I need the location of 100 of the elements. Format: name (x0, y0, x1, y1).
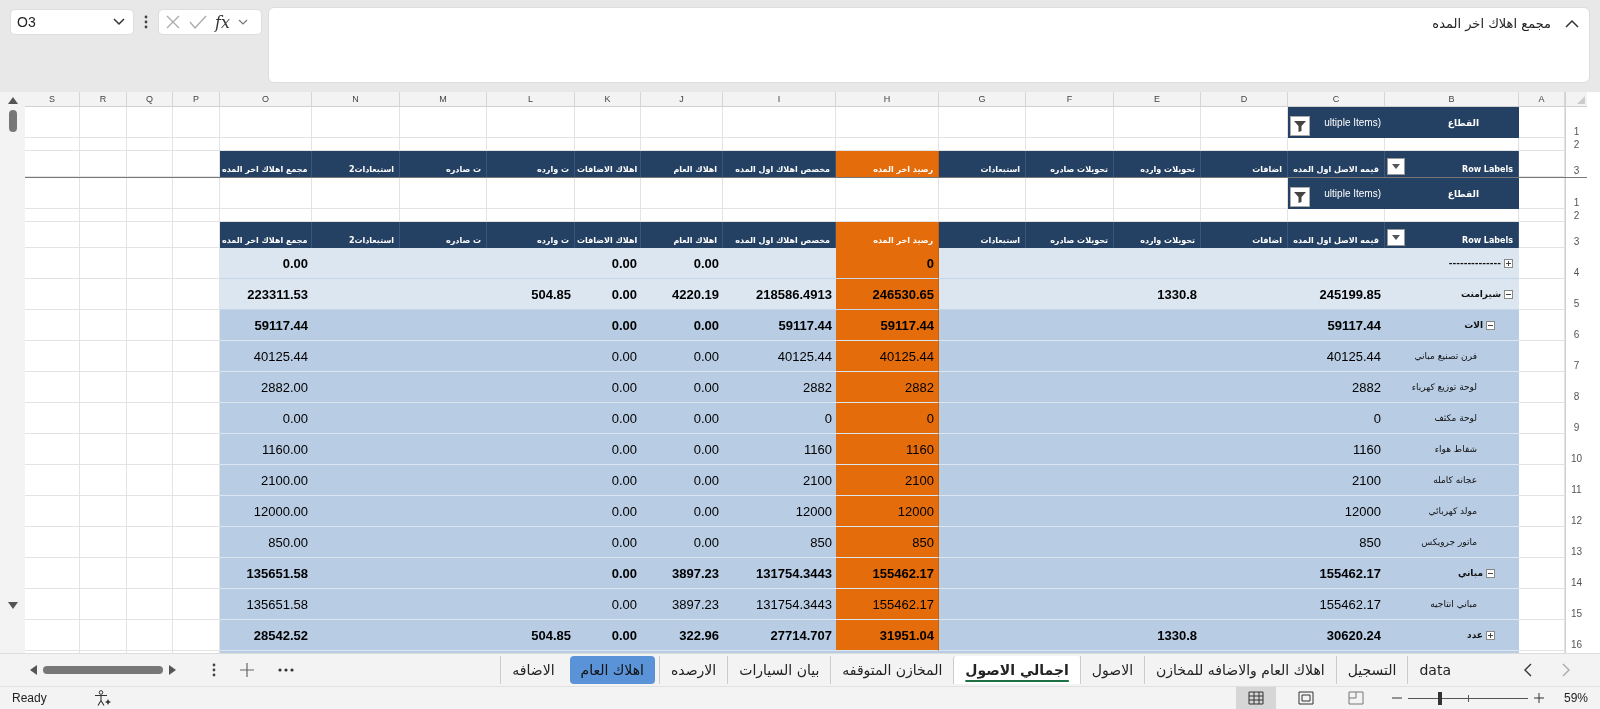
more-icon[interactable] (212, 663, 216, 677)
column-header[interactable]: P (173, 92, 220, 106)
row-number[interactable]: 10 (1565, 434, 1587, 465)
table-cell (127, 222, 173, 248)
table-cell: 0.00 (641, 372, 723, 403)
name-box[interactable]: O3 (10, 9, 134, 35)
expand-icon[interactable] (1504, 258, 1513, 268)
sheet-tab[interactable]: اجمالي الاصول (953, 656, 1080, 684)
field-label: ت صادره (446, 236, 481, 245)
column-header[interactable]: R (80, 92, 127, 106)
table-cell (127, 138, 173, 151)
table-cell (1519, 107, 1565, 138)
row-number[interactable]: 14 (1565, 558, 1587, 589)
column-header[interactable]: H (836, 92, 939, 106)
column-header[interactable]: M (400, 92, 487, 106)
more-icon[interactable] (144, 15, 148, 29)
sheet-tab[interactable]: الارصده (659, 656, 728, 684)
filter-button[interactable] (1290, 116, 1310, 136)
zoom-in-icon[interactable] (1533, 693, 1544, 703)
row-number[interactable]: 12 (1565, 496, 1587, 527)
expand-icon[interactable] (1486, 630, 1495, 640)
column-header[interactable]: E (1114, 92, 1201, 106)
row-number[interactable]: 11 (1565, 465, 1587, 496)
scroll-thumb[interactable] (8, 110, 17, 132)
sheet-tab[interactable]: الاضافه (500, 656, 566, 684)
zoom-slider[interactable] (1407, 691, 1528, 705)
table-cell: 12000 (836, 496, 939, 527)
scroll-right-icon[interactable] (169, 665, 176, 675)
chevron-down-icon[interactable] (237, 18, 248, 26)
accessibility-icon[interactable] (92, 690, 111, 706)
table-cell (127, 372, 173, 403)
column-header[interactable]: F (1026, 92, 1114, 106)
row-label: لوحة مكثف (1434, 413, 1477, 423)
dropdown-button[interactable] (1387, 158, 1405, 175)
column-header[interactable]: A (1519, 92, 1565, 106)
row-number[interactable]: 1 (1565, 178, 1587, 209)
column-header[interactable]: C (1288, 92, 1385, 106)
collapse-icon[interactable] (1486, 568, 1495, 578)
table-cell (1519, 248, 1565, 279)
column-header[interactable]: I (723, 92, 836, 106)
row-number[interactable]: 7 (1565, 341, 1587, 372)
formula-field[interactable]: مجمع اهلاك اخر المده (268, 7, 1590, 83)
check-icon[interactable] (189, 15, 207, 29)
column-header[interactable]: N (312, 92, 400, 106)
dropdown-button[interactable] (1387, 229, 1405, 246)
column-header[interactable]: Q (127, 92, 173, 106)
sheet-tab[interactable]: data (1407, 656, 1462, 684)
insert-function-button[interactable]: fx (215, 12, 230, 32)
table-cell: 223311.53 (220, 279, 312, 310)
column-header[interactable]: B (1385, 92, 1519, 106)
sheet-tab[interactable]: اهلاك العام والاضافه للمخازن (1144, 656, 1336, 684)
table-cell (25, 310, 80, 341)
column-header[interactable]: O (220, 92, 312, 106)
row-number[interactable]: 15 (1565, 589, 1587, 620)
table-cell: 2882 (723, 372, 836, 403)
table-cell: 31951.04 (836, 620, 939, 651)
row-number[interactable]: 3 (1565, 151, 1587, 177)
sheet-tab[interactable]: بيان السيارات (727, 656, 831, 684)
collapse-icon[interactable] (1504, 289, 1513, 299)
table-cell (1519, 138, 1565, 151)
row-number[interactable]: 2 (1565, 138, 1587, 151)
chevron-up-icon[interactable] (1565, 19, 1579, 28)
table-cell: 0.00 (641, 248, 723, 279)
table-cell (25, 248, 80, 279)
row-number[interactable]: 9 (1565, 403, 1587, 434)
collapse-icon[interactable] (1486, 320, 1495, 330)
row-number[interactable]: 8 (1565, 372, 1587, 403)
scroll-thumb[interactable] (43, 666, 163, 674)
column-header[interactable]: D (1201, 92, 1288, 106)
row-number[interactable]: 16 (1565, 620, 1587, 651)
field-label: قيمه الاصل اول المده (1293, 165, 1379, 174)
table-cell (127, 620, 173, 651)
scroll-up-icon[interactable] (7, 97, 18, 104)
row-number[interactable]: 1 (1565, 107, 1587, 138)
row-number[interactable]: 6 (1565, 310, 1587, 341)
row-number[interactable]: 4 (1565, 248, 1587, 279)
row-number[interactable]: 5 (1565, 279, 1587, 310)
row-number[interactable]: 3 (1565, 222, 1587, 248)
caret-icon (1392, 235, 1400, 240)
row-number[interactable]: 2 (1565, 209, 1587, 222)
table-cell: 0.00 (575, 465, 641, 496)
scroll-left-icon[interactable] (30, 665, 37, 675)
column-header[interactable]: L (487, 92, 575, 106)
column-header[interactable]: J (641, 92, 723, 106)
field-label: تحويلات صادره (1050, 165, 1108, 174)
table-cell (25, 279, 80, 310)
sheet-tab[interactable]: التسجيل (1335, 656, 1408, 684)
scroll-down-icon[interactable] (7, 602, 18, 609)
column-header[interactable]: K (575, 92, 641, 106)
filter-button[interactable] (1290, 187, 1310, 207)
column-header[interactable]: S (25, 92, 80, 106)
chevron-left-icon[interactable] (1524, 663, 1532, 677)
sheet-tab[interactable]: المخازن المتوقفه (830, 656, 954, 684)
sheet-tab[interactable]: اهلاك العام (569, 656, 655, 684)
table-cell: 40125.44 (723, 341, 836, 372)
normal-view-button[interactable] (1235, 687, 1276, 709)
row-number[interactable]: 13 (1565, 527, 1587, 558)
table-cell: 0.00 (575, 434, 641, 465)
column-header[interactable]: G (939, 92, 1026, 106)
more-icon[interactable] (278, 668, 294, 672)
